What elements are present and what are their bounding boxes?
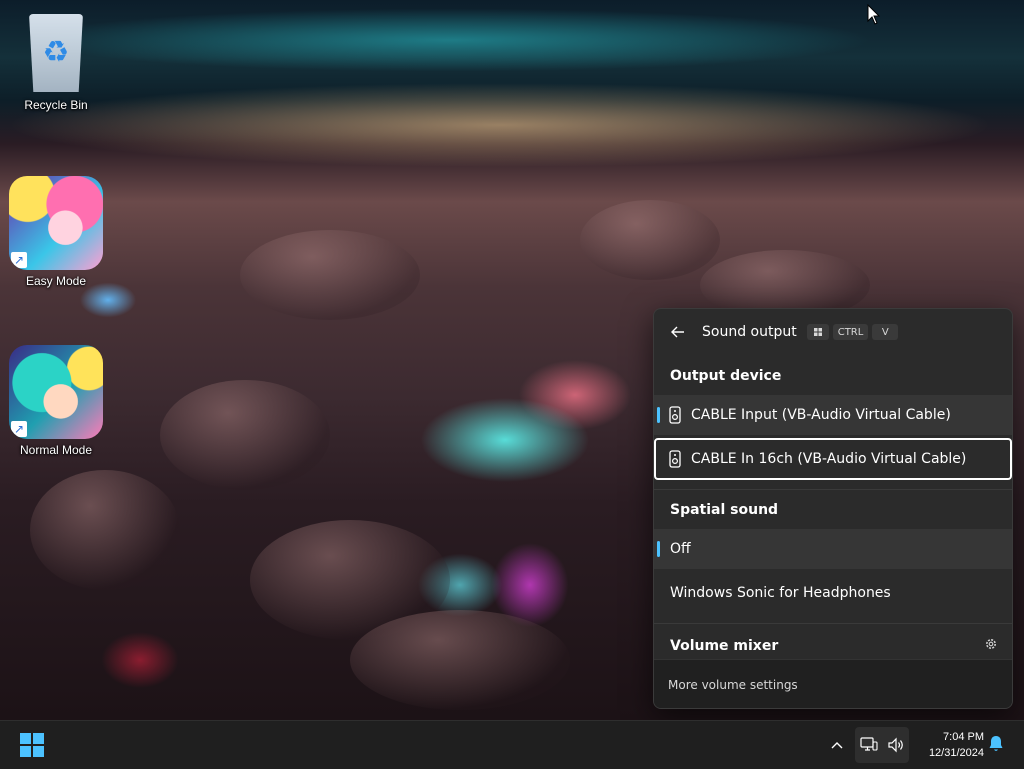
sound-output-flyout: Sound output CTRL V Output device CABLE … [653, 308, 1013, 709]
recycle-bin-icon: ♻ [21, 10, 91, 94]
device-name: CABLE Input (VB-Audio Virtual Cable) [691, 407, 951, 423]
back-arrow-icon [671, 326, 684, 338]
normal-mode-shortcut[interactable]: ↗ Normal Mode [8, 345, 104, 457]
chevron-up-icon [831, 742, 843, 749]
wallpaper-stone [30, 470, 180, 590]
desktop-wallpaper: ♻ Recycle Bin ↗ Easy Mode ↗ Normal Mode … [0, 0, 1024, 720]
device-name: CABLE In 16ch (VB-Audio Virtual Cable) [691, 451, 967, 467]
v-key: V [872, 324, 899, 340]
speaker-icon [669, 406, 681, 424]
wallpaper-stone [580, 200, 720, 280]
wallpaper-stone [350, 610, 570, 710]
normal-mode-label: Normal Mode [19, 443, 93, 457]
flyout-footer: More volume settings [654, 659, 1012, 708]
taskbar: 7:04 PM 12/31/2024 [0, 720, 1024, 769]
speaker-icon [669, 450, 681, 468]
flyout-title: Sound output [702, 324, 797, 340]
clock[interactable]: 7:04 PM 12/31/2024 [912, 729, 984, 761]
notification-bell-icon[interactable] [988, 735, 1004, 753]
shortcut-arrow-icon: ↗ [11, 252, 27, 268]
wallpaper-stone [160, 380, 330, 490]
easy-mode-label: Easy Mode [25, 274, 87, 288]
normal-mode-app-icon: ↗ [9, 345, 103, 439]
back-button[interactable] [662, 316, 694, 348]
easy-mode-app-icon: ↗ [9, 176, 103, 270]
network-icon [859, 737, 878, 751]
spatial-sound-windows-sonic[interactable]: Windows Sonic for Headphones [654, 573, 1012, 613]
ctrl-key: CTRL [832, 324, 869, 340]
clock-time: 7:04 PM [943, 731, 984, 743]
output-device-heading: Output device [670, 368, 782, 384]
quick-settings-button[interactable] [855, 727, 909, 763]
shortcut-arrow-icon: ↗ [11, 421, 27, 437]
windows-logo-icon [20, 733, 44, 757]
spatial-sound-heading: Spatial sound [670, 502, 779, 518]
selected-indicator [657, 407, 660, 423]
mouse-cursor-icon [867, 4, 881, 25]
wallpaper-stone [240, 230, 420, 320]
start-button[interactable] [16, 731, 48, 759]
more-volume-settings-link[interactable]: More volume settings [668, 678, 798, 692]
option-label: Off [670, 541, 691, 557]
windows-key-icon [806, 324, 829, 340]
show-hidden-icons-button[interactable] [826, 735, 848, 755]
selected-indicator [657, 541, 660, 557]
output-device-cable-in-16ch[interactable]: CABLE In 16ch (VB-Audio Virtual Cable) [654, 438, 1012, 480]
easy-mode-shortcut[interactable]: ↗ Easy Mode [8, 176, 104, 288]
gear-icon[interactable] [984, 637, 998, 651]
option-label: Windows Sonic for Headphones [670, 585, 891, 601]
flyout-header: Sound output CTRL V [654, 309, 1012, 355]
volume-icon [887, 737, 903, 753]
section-divider [654, 489, 1012, 490]
volume-mixer-heading: Volume mixer [670, 638, 779, 654]
recycle-bin-shortcut[interactable]: ♻ Recycle Bin [8, 10, 104, 112]
section-divider [654, 623, 1012, 624]
spatial-sound-off[interactable]: Off [654, 529, 1012, 569]
keyboard-shortcut-hint: CTRL V [806, 324, 903, 340]
output-device-cable-input[interactable]: CABLE Input (VB-Audio Virtual Cable) [654, 395, 1012, 435]
recycle-bin-label: Recycle Bin [24, 98, 88, 112]
clock-date: 12/31/2024 [928, 747, 984, 759]
